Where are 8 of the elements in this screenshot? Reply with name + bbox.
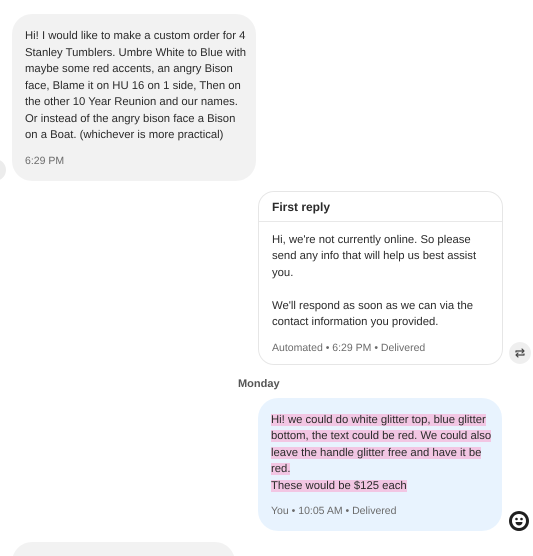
message-meta: 6:29 PM <box>25 154 66 166</box>
message-meta: Automated • 6:29 PM • Delivered <box>272 342 426 354</box>
message-text: Hi, we're not currently online. So please send any info that will help us best assist you. We'll respond as soon as we can via the contact information you provided. <box>272 232 478 330</box>
message-text: Hi! I would like to make a custom order for 4 Stanley Tumblers. Umbre White to Blue with maybe some red accents, an angry Bison face, Blame it on HU 16 on 1 side, Then on the other 10 Year Reunion and our names. Or instead of the angry bison face a Bison on a Boat. (whichever is more practical) <box>25 29 246 143</box>
message-meta: You • 10:05 AM • Delivered <box>271 505 398 517</box>
card-title: First reply <box>259 192 502 222</box>
date-label: Monday <box>237 378 281 390</box>
message-text: Hi! we could do white glitter top, blue glitter bottom, the text could be red. We could also leave the handle glitter free and have it be red. These would be $125 each <box>271 412 492 494</box>
